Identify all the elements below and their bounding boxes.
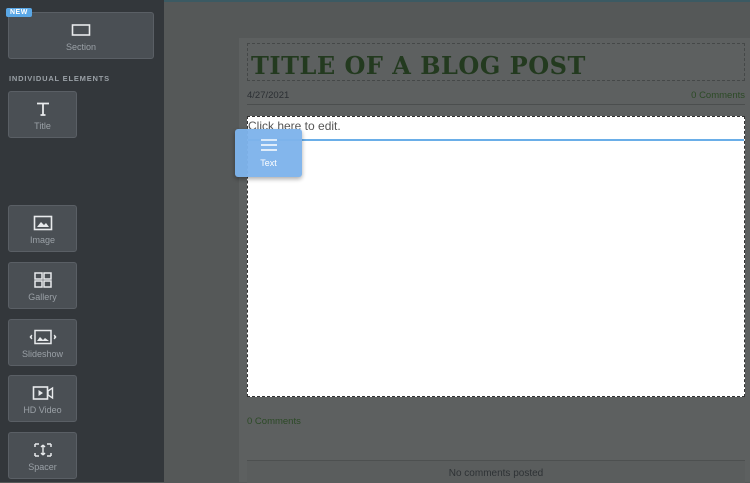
post-title[interactable]: TITLE OF A BLOG POST — [251, 51, 586, 80]
dragged-text-label: Text — [260, 158, 277, 168]
title-element-tile[interactable]: Title — [8, 91, 77, 138]
video-element-label: HD Video — [23, 405, 62, 415]
spacer-element-tile[interactable]: Spacer — [8, 432, 77, 479]
editor-canvas: TITLE OF A BLOG POST 4/27/2021 0 Comment… — [164, 0, 750, 483]
post-title-box[interactable]: TITLE OF A BLOG POST — [247, 43, 745, 81]
gallery-element-tile[interactable]: Gallery — [8, 262, 77, 309]
gallery-element-label: Gallery — [28, 292, 57, 302]
new-badge: NEW — [6, 8, 32, 17]
slideshow-element-tile[interactable]: Slideshow — [8, 319, 77, 366]
meta-divider — [247, 104, 745, 105]
footer-comments-link[interactable]: 0 Comments — [247, 416, 301, 427]
image-element-label: Image — [29, 235, 55, 245]
section-element-label: Section — [65, 42, 97, 52]
slideshow-element-label: Slideshow — [21, 349, 64, 359]
no-comments-bar: No comments posted — [247, 460, 745, 483]
video-icon — [9, 384, 76, 402]
text-edit-box[interactable]: Click here to edit. — [247, 116, 745, 397]
post-date: 4/27/2021 — [247, 90, 290, 101]
title-icon — [9, 100, 76, 118]
element-sidebar: Section NEW INDIVIDUAL ELEMENTS Title Im… — [0, 0, 164, 482]
section-element-tile[interactable]: Section — [8, 12, 154, 59]
video-element-tile[interactable]: HD Video — [8, 375, 77, 422]
dragged-text-element[interactable]: Text — [235, 129, 302, 177]
section-icon — [9, 21, 153, 39]
post-comments-link[interactable]: 0 Comments — [691, 90, 745, 101]
title-element-label: Title — [34, 121, 51, 131]
drop-insertion-line — [248, 139, 744, 141]
individual-elements-heading: INDIVIDUAL ELEMENTS — [9, 74, 110, 83]
spacer-element-label: Spacer — [28, 462, 57, 472]
top-strip — [164, 0, 750, 2]
image-element-tile[interactable]: Image — [8, 205, 77, 252]
spacer-icon — [9, 441, 76, 459]
gallery-icon — [9, 271, 76, 289]
text-lines-icon — [235, 138, 302, 152]
image-icon — [9, 214, 76, 232]
blog-post-area: TITLE OF A BLOG POST 4/27/2021 0 Comment… — [239, 38, 750, 483]
no-comments-text: No comments posted — [448, 468, 544, 479]
slideshow-icon — [9, 328, 76, 346]
